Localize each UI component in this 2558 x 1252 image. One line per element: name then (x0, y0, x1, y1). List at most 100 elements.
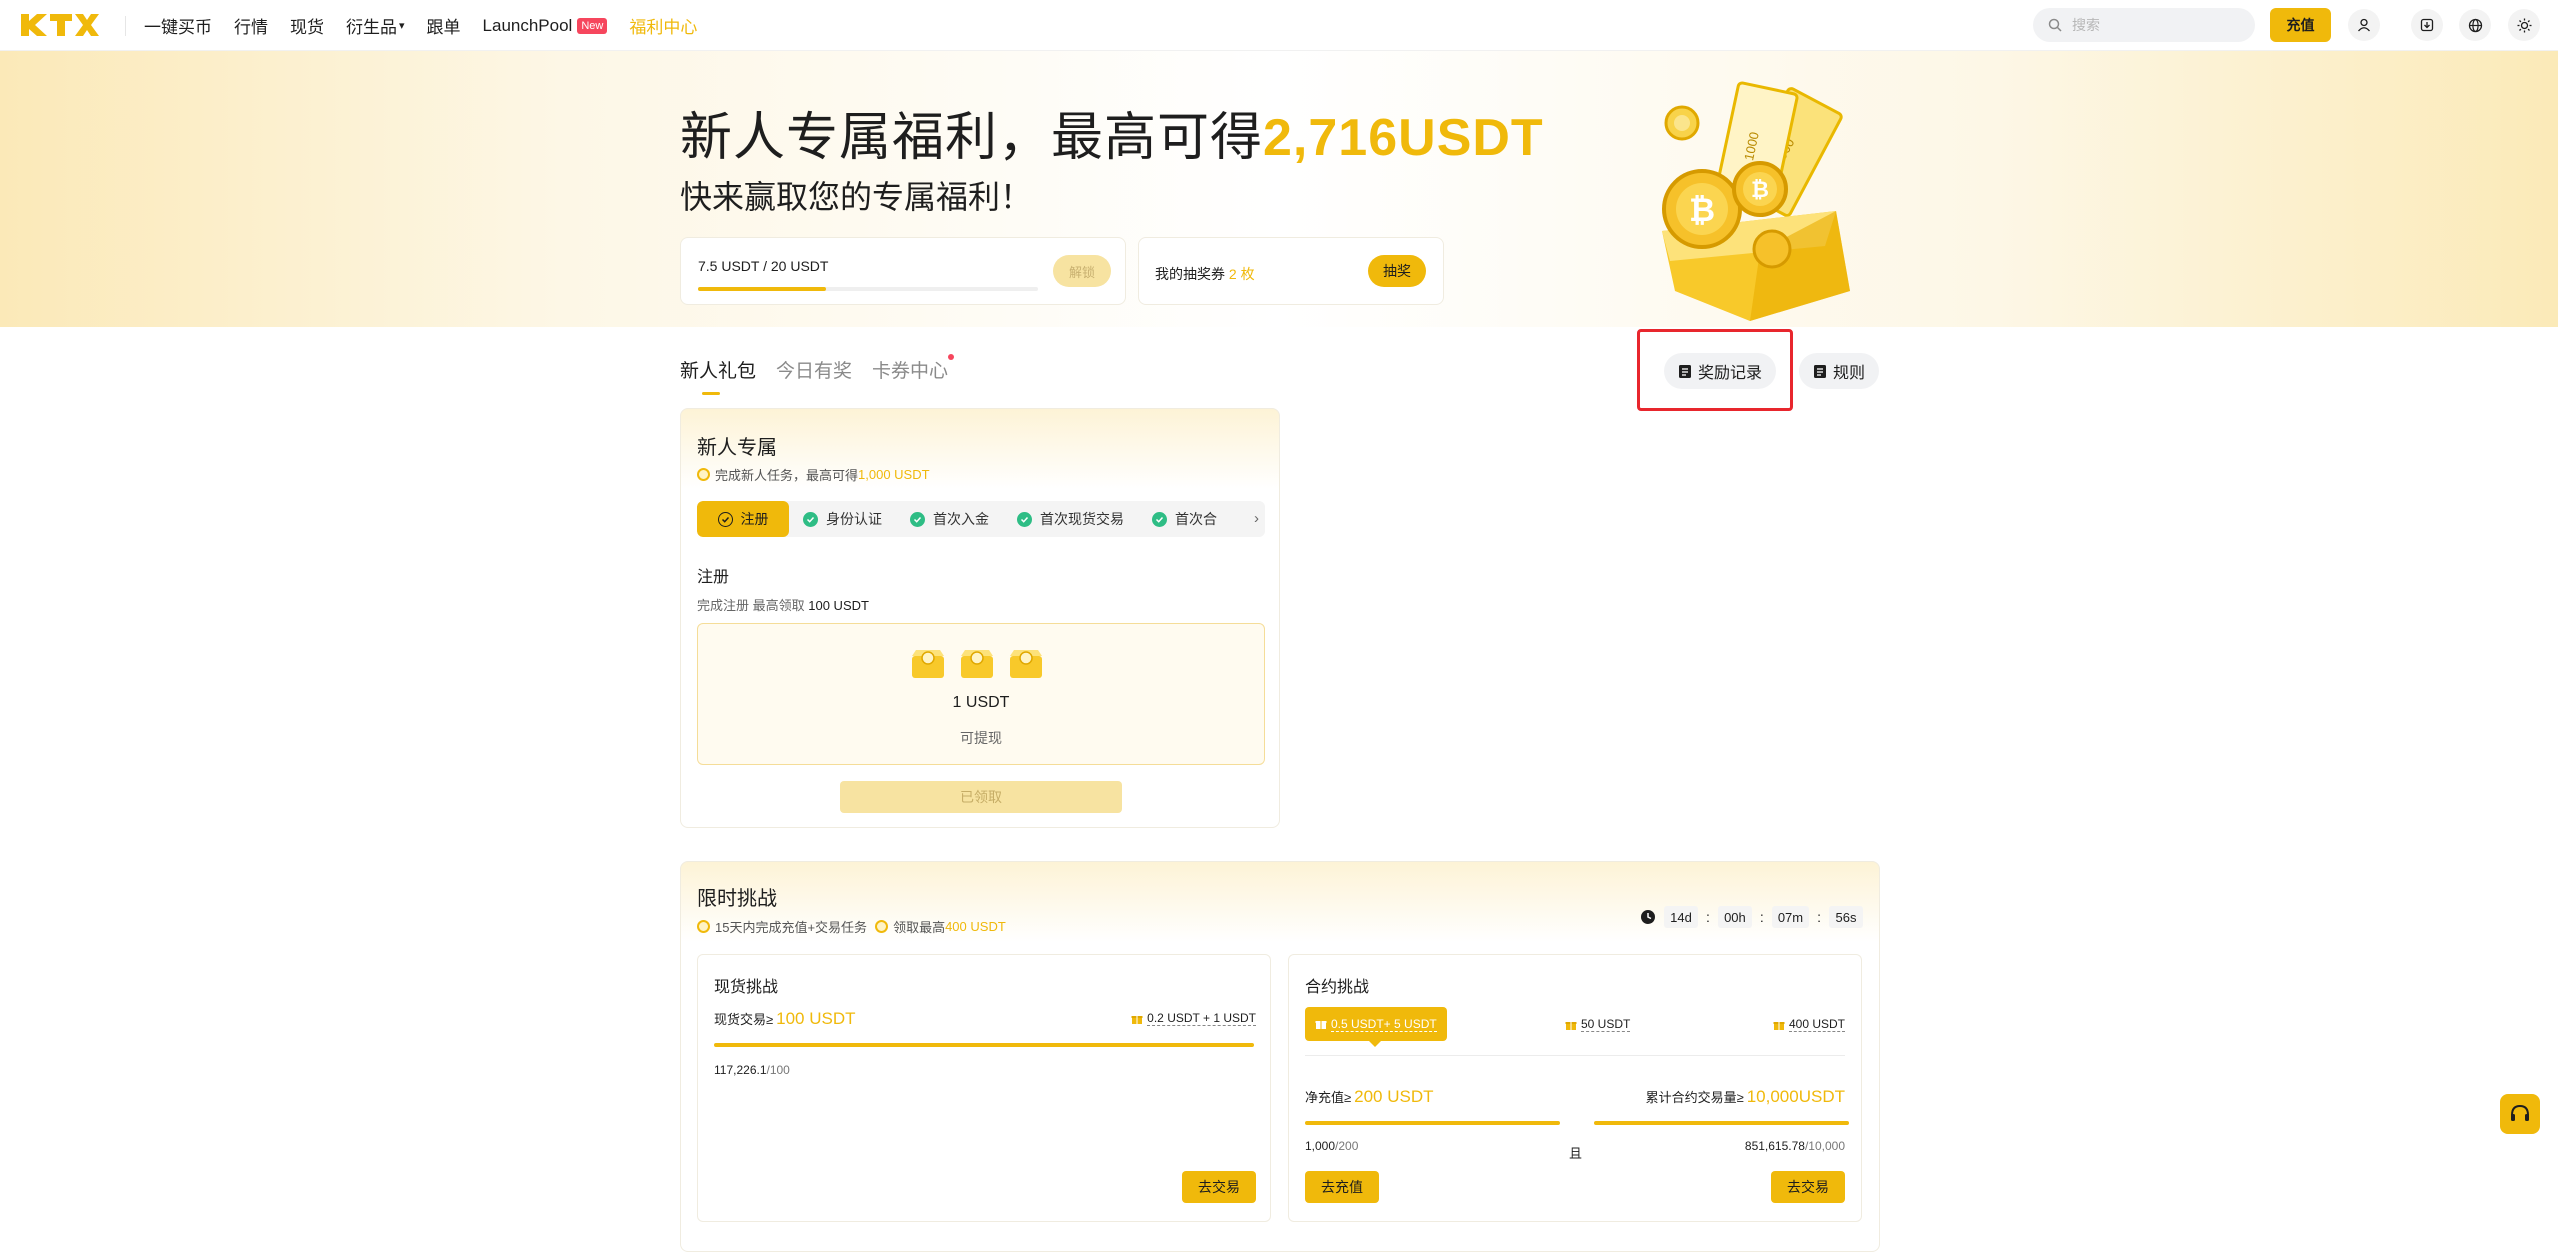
spot-task-label: 现货交易≥ 100 USDT (714, 1009, 856, 1029)
step-first-spot-trade[interactable]: 首次现货交易 (1003, 501, 1138, 537)
hero-title-amount: 2,716USDT (1263, 109, 1544, 167)
step-first-futures[interactable]: 首次合 (1138, 501, 1231, 537)
draw-button[interactable]: 抽奖 (1368, 255, 1426, 287)
progress-target: /100 (766, 1063, 790, 1077)
rules-button[interactable]: 规则 (1799, 353, 1880, 389)
tier-3[interactable]: 400 USDT (1773, 1017, 1845, 1032)
search-box[interactable] (2033, 8, 2255, 42)
rewards-record-button[interactable]: 奖励记录 (1664, 353, 1777, 389)
futures-challenge-title: 合约挑战 (1305, 979, 1370, 996)
svg-text:₿: ₿ (1689, 191, 1715, 229)
current-step-title: 注册 (697, 569, 730, 586)
tier-2[interactable]: 50 USDT (1565, 1017, 1631, 1032)
newbie-note-amount: 1,000 USDT (858, 467, 930, 482)
volume-progress-bar (1594, 1121, 1849, 1125)
deposit-progress-bar (1305, 1121, 1560, 1125)
countdown-separator: : (1817, 909, 1821, 925)
futures-volume-label: 累计合约交易量≥ 10,000USDT (1646, 1087, 1845, 1107)
countdown-timer: 14d : 00h : 07m : 56s (1640, 906, 1863, 928)
desc-text: 完成注册 最高领取 (697, 598, 805, 613)
futures-go-trade-button[interactable]: 去交易 (1771, 1171, 1845, 1203)
search-input[interactable] (2072, 17, 2242, 33)
spot-go-trade-button[interactable]: 去交易 (1182, 1171, 1256, 1203)
reward-text: 0.2 USDT + 1 USDT (1147, 1011, 1256, 1026)
step-identity-verification[interactable]: 身份认证 (789, 501, 896, 537)
newbie-title: 新人专属 (697, 437, 777, 459)
spot-reward-tag: 0.2 USDT + 1 USDT (1131, 1011, 1256, 1026)
caret-down-icon: ▾ (399, 20, 405, 32)
nav-item-spot[interactable]: 现货 (290, 13, 324, 38)
claimed-button[interactable]: 已领取 (840, 781, 1122, 813)
treasure-box-illustration: 1000 1000 ₿ ₿ (1640, 81, 1880, 326)
lottery-text: 我的抽奖券 (1155, 266, 1225, 282)
reward-amount: 1 USDT (952, 694, 1010, 711)
svg-text:₿: ₿ (1751, 178, 1769, 203)
step-label: 首次入金 (933, 511, 989, 527)
task-label-text: 累计合约交易量≥ (1645, 1090, 1744, 1105)
check-icon (1152, 511, 1167, 527)
nav-label: 行情 (234, 18, 268, 37)
hero-title: 新人专属福利，最高可得2,716USDT (680, 95, 1544, 170)
coin-icon (697, 468, 710, 481)
notification-dot (948, 354, 955, 360)
progress-label: 7.5 USDT / 20 USDT (698, 258, 829, 274)
progress-bar (698, 287, 1038, 291)
step-register[interactable]: 注册 (697, 501, 789, 537)
tab-label: 今日有奖 (776, 361, 853, 382)
check-icon (910, 511, 925, 527)
tab-label: 卡券中心 (872, 361, 949, 382)
nav-label: LaunchPool (482, 15, 573, 35)
hero-banner: 新人专属福利，最高可得2,716USDT 快来赢取您的专属福利！ 7.5 USD… (0, 51, 2558, 327)
nav-label: 衍生品 (346, 18, 397, 37)
globe-icon[interactable] (2459, 9, 2491, 41)
tier-divider (1305, 1055, 1845, 1056)
ktx-logo[interactable] (19, 12, 99, 38)
desc-amount: 100 USDT (808, 598, 869, 613)
spot-progress-value: 117,226.1/100 (714, 1063, 790, 1077)
challenge-title: 限时挑战 (697, 888, 777, 910)
tier-1-active[interactable]: 0.5 USDT+ 5 USDT (1305, 1007, 1447, 1047)
tier-label: 400 USDT (1788, 1017, 1845, 1032)
progress-target: /200 (1335, 1139, 1359, 1153)
unlock-progress-card: 7.5 USDT / 20 USDT 解锁 (680, 237, 1126, 305)
deposit-button[interactable]: 充值 (2270, 8, 2331, 42)
challenge-note2-amount: 400 USDT (945, 919, 1006, 934)
tab-daily-rewards[interactable]: 今日有奖 (776, 356, 852, 395)
volume-progress-value: 851,615.78/10,000 (1745, 1139, 1845, 1153)
step-first-deposit[interactable]: 首次入金 (896, 501, 1003, 537)
new-badge: New (577, 17, 608, 34)
task-steps: 注册 身份认证 首次入金 首次现货交易 首次合 › (697, 501, 1265, 537)
search-icon (2048, 18, 2062, 32)
document-list-icon (1679, 364, 1691, 378)
nav-menu: 一键买币 行情 现货 衍生品 ▾ 跟单 LaunchPool New 福利中心 (144, 0, 719, 51)
go-deposit-button[interactable]: 去充值 (1305, 1171, 1379, 1203)
customer-support-button[interactable] (2500, 1094, 2540, 1134)
rewards-record-label: 奖励记录 (1698, 365, 1763, 382)
nav-item-derivatives[interactable]: 衍生品 ▾ (346, 13, 405, 38)
step-label: 首次合 (1175, 511, 1217, 527)
download-icon[interactable] (2411, 9, 2443, 41)
reward-box: 1 USDT 可提现 (697, 623, 1265, 765)
gift-bag-icon (912, 650, 944, 678)
nav-item-markets[interactable]: 行情 (234, 13, 268, 38)
progress-bar-fill (698, 287, 826, 291)
progress-current: 117,226.1 (714, 1063, 767, 1077)
tab-newbie-gift[interactable]: 新人礼包 (680, 356, 756, 395)
tier-label: 50 USDT (1581, 1017, 1631, 1032)
nav-label: 现货 (290, 18, 324, 37)
gift-icons (910, 644, 1044, 680)
spot-challenge-title: 现货挑战 (714, 979, 779, 996)
nav-item-rewards-center[interactable]: 福利中心 (629, 13, 697, 38)
futures-challenge-card: 合约挑战 0.5 USDT+ 5 USDT 50 USDT 400 USDT 净… (1288, 954, 1862, 1222)
user-icon[interactable] (2348, 9, 2380, 41)
chevron-right-icon[interactable]: › (1254, 510, 1259, 527)
nav-item-quick-buy[interactable]: 一键买币 (144, 13, 212, 38)
nav-item-launchpool[interactable]: LaunchPool New (483, 16, 608, 36)
unlock-button[interactable]: 解锁 (1053, 255, 1111, 287)
nav-label: 跟单 (426, 18, 461, 37)
task-label-text: 净充值≥ (1305, 1090, 1352, 1105)
theme-sun-icon[interactable] (2508, 9, 2540, 41)
tab-coupon-center[interactable]: 卡券中心 (872, 354, 955, 395)
nav-item-copy-trading[interactable]: 跟单 (427, 13, 461, 38)
newbie-note-text: 完成新人任务，最高可得 (715, 468, 859, 483)
